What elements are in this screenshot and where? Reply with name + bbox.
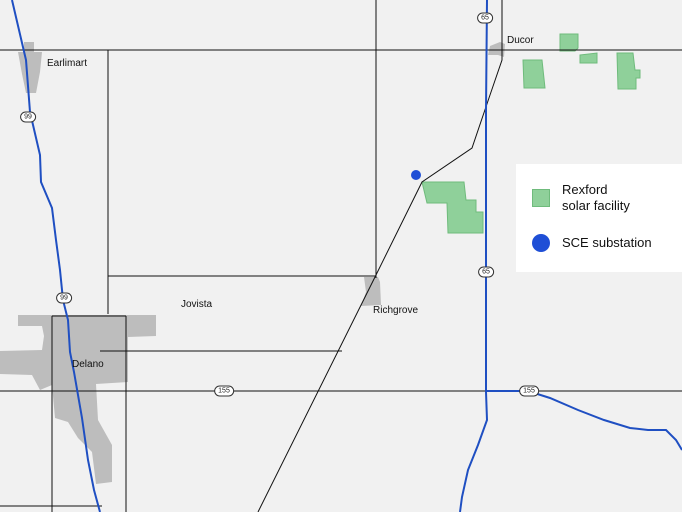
map-legend: Rexford solar facility SCE substation: [516, 164, 682, 272]
legend-label-solar-line1: Rexford: [562, 182, 608, 197]
substation-dot-icon: [532, 234, 550, 252]
richgrove-urban-area: [361, 277, 381, 306]
place-label-delano: Delano: [72, 359, 104, 370]
legend-label-solar: Rexford solar facility: [562, 182, 630, 214]
solar-site-ducor-1: [522, 59, 546, 89]
solar-site-ducor-2: [559, 33, 579, 52]
highway-shield-155-east: 155: [519, 385, 539, 397]
highway-155-east: [486, 390, 682, 451]
urban-areas: [0, 42, 505, 484]
place-label-ducor: Ducor: [507, 35, 534, 46]
legend-label-substation: SCE substation: [562, 235, 652, 250]
legend-item-substation: SCE substation: [532, 234, 652, 252]
place-label-jovista: Jovista: [181, 299, 213, 310]
highway-shield-155-west: 155: [214, 385, 234, 397]
place-label-richgrove: Richgrove: [373, 305, 419, 316]
solar-facility-swatch-icon: [532, 189, 550, 207]
legend-item-solar: Rexford solar facility: [532, 182, 630, 214]
highway-shield-99-south: 99: [56, 292, 72, 304]
highway-shield-65-south: 65: [478, 266, 494, 278]
highway-shield-99-north: 99: [20, 111, 36, 123]
solar-site-ducor-4: [616, 52, 641, 90]
highway-65: [459, 0, 489, 512]
map-canvas[interactable]: Earlimart Ducor Jovista Richgrove Delano…: [0, 0, 682, 512]
legend-label-solar-line2: solar facility: [562, 198, 630, 213]
highway-shield-65-north: 65: [477, 12, 493, 24]
place-label-earlimart: Earlimart: [47, 58, 88, 69]
sce-substation-marker: [411, 170, 421, 180]
rexford-solar-facility: [421, 181, 484, 234]
solar-site-ducor-3: [579, 52, 598, 64]
